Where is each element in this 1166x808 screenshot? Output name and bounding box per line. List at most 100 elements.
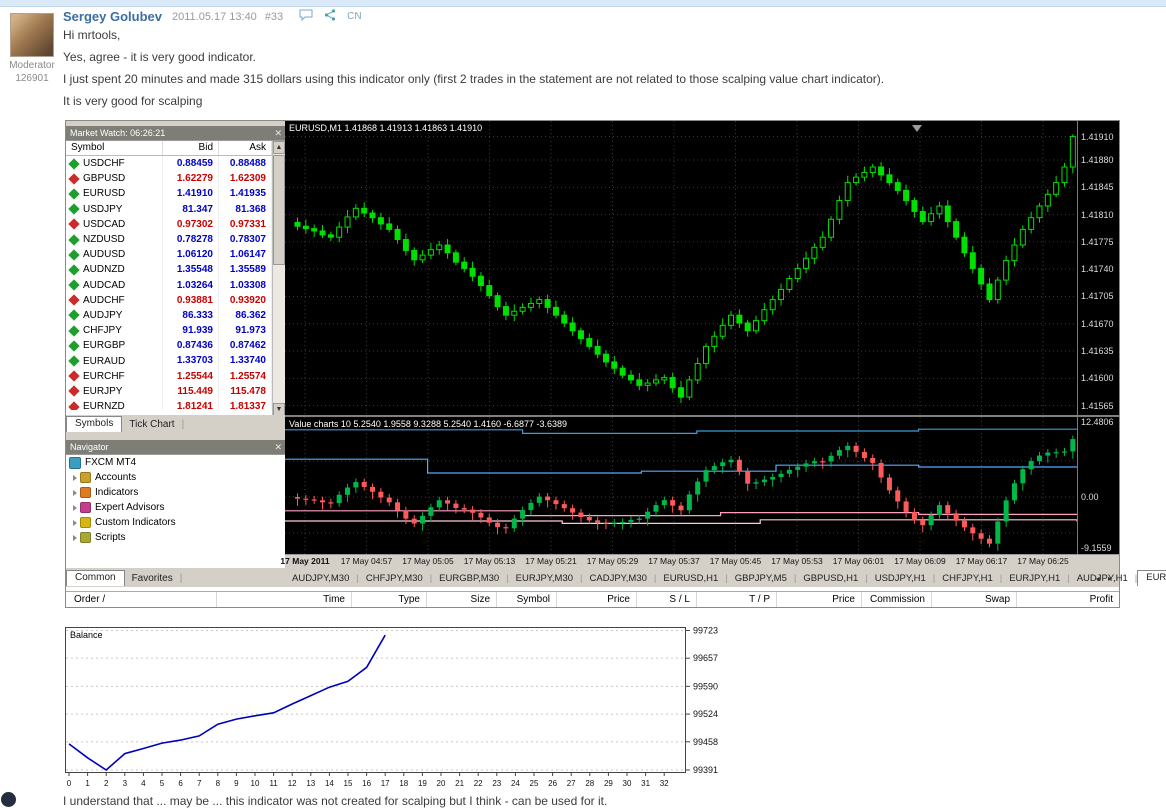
- navigator-item-expert-advisors[interactable]: Expert Advisors: [66, 500, 285, 515]
- market-watch-row[interactable]: USDCHF 0.88459 0.88488: [66, 156, 285, 172]
- market-watch-column-header[interactable]: Symbol: [66, 141, 163, 155]
- post-date: 2011.05.17 13:40: [171, 10, 257, 23]
- expand-icon[interactable]: [73, 534, 77, 541]
- ask-value: 1.41935: [219, 186, 272, 202]
- tab-tick-chart[interactable]: Tick Chart: [122, 418, 181, 432]
- svg-text:2: 2: [104, 779, 109, 788]
- user-role: Moderator: [9, 60, 55, 71]
- terminal-column-price[interactable]: Price: [556, 592, 636, 607]
- chart-tab-eurjpy-m30[interactable]: EURJPY,M30: [509, 572, 580, 586]
- symbol-name: USDCHF: [83, 158, 125, 170]
- value-chart[interactable]: [285, 417, 1119, 559]
- scrollbar-thumb[interactable]: [273, 155, 285, 265]
- svg-text:99524: 99524: [693, 709, 718, 719]
- terminal-column-t-p[interactable]: T / P: [696, 592, 776, 607]
- terminal-column-time[interactable]: Time: [216, 592, 351, 607]
- svg-text:28: 28: [585, 779, 594, 788]
- main-chart[interactable]: EURUSD,M1 1.41868 1.41913 1.41863 1.4191…: [285, 121, 1119, 415]
- chart-tab-eurgbp-m30[interactable]: EURGBP,M30: [432, 572, 506, 586]
- market-watch-row[interactable]: AUDNZD 1.35548 1.35589: [66, 262, 285, 278]
- navigator-root[interactable]: FXCM MT4: [66, 455, 285, 470]
- tab-symbols[interactable]: Symbols: [66, 416, 123, 432]
- ask-value: 1.06147: [219, 247, 272, 263]
- candlestick-chart[interactable]: [285, 121, 1119, 420]
- market-watch-row[interactable]: GBPUSD 1.62279 1.62309: [66, 171, 285, 187]
- expand-icon[interactable]: [73, 489, 77, 496]
- svg-text:16: 16: [362, 779, 371, 788]
- market-watch-row[interactable]: EURAUD 1.33703 1.33740: [66, 353, 285, 369]
- chart-tab-chfjpy-h1[interactable]: CHFJPY,H1: [935, 572, 1000, 586]
- tab-favorites[interactable]: Favorites: [125, 572, 180, 586]
- time-axis[interactable]: 17 May 2011 17 May 04:57 17 May 05:05 17 Ma…: [280, 554, 1119, 568]
- time-axis-label: 17 May 06:09: [894, 556, 946, 566]
- market-watch-row[interactable]: EURNZD 1.81241 1.81337: [66, 399, 285, 410]
- market-watch-row[interactable]: AUDJPY 86.333 86.362: [66, 307, 285, 324]
- svg-text:6: 6: [178, 779, 183, 788]
- chart-tab-audjpy-m30[interactable]: AUDJPY,M30: [285, 572, 356, 586]
- symbol-name: USDCAD: [83, 218, 126, 230]
- terminal-column-price[interactable]: Price: [776, 592, 861, 607]
- market-watch-row[interactable]: EURUSD 1.41910 1.41935: [66, 186, 285, 202]
- chart-tab-gbpusd-h1[interactable]: GBPUSD,H1: [796, 572, 865, 586]
- next-post-avatar[interactable]: [1, 792, 16, 807]
- market-watch-row[interactable]: AUDUSD 1.06120 1.06147: [66, 247, 285, 263]
- symbol-cell: AUDCAD: [66, 277, 163, 293]
- chart-tab-cadjpy-m30[interactable]: CADJPY,M30: [583, 572, 654, 586]
- market-watch-row[interactable]: EURGBP 0.87436 0.87462: [66, 338, 285, 354]
- market-watch-row[interactable]: USDCAD 0.97302 0.97331: [66, 216, 285, 232]
- post-number[interactable]: #33: [265, 11, 283, 23]
- terminal-column-s-l[interactable]: S / L: [636, 592, 696, 607]
- quote-bubble-icon[interactable]: [299, 9, 313, 24]
- indicator-subwindow[interactable]: Value charts 10 5.2540 1.9558 9.3288 5.2…: [285, 417, 1119, 554]
- chart-tab-active[interactable]: EURU: [1137, 570, 1166, 586]
- tab-common[interactable]: Common: [66, 570, 125, 586]
- chart-tab-eurusd-h1[interactable]: EURUSD,H1: [656, 572, 725, 586]
- chart-tab-gbpjpy-m5[interactable]: GBPJPY,M5: [728, 572, 794, 586]
- terminal-column-swap[interactable]: Swap: [931, 592, 1016, 607]
- price-scale-label: 1.41740: [1081, 264, 1114, 275]
- close-icon[interactable]: ✕: [274, 440, 282, 454]
- market-watch-row[interactable]: EURCHF 1.25544 1.25574: [66, 368, 285, 384]
- chart-tab-usdjpy-h1[interactable]: USDJPY,H1: [868, 572, 933, 586]
- tab-scroll-arrows-icon[interactable]: ◂ ▸: [1096, 574, 1115, 583]
- navigator-item-scripts[interactable]: Scripts: [66, 530, 285, 545]
- navigator-item-custom-indicators[interactable]: Custom Indicators: [66, 515, 285, 530]
- avatar[interactable]: [10, 13, 54, 57]
- market-watch-row[interactable]: AUDCAD 1.03264 1.03308: [66, 277, 285, 293]
- close-icon[interactable]: ✕: [274, 126, 282, 140]
- expand-icon[interactable]: [73, 519, 77, 526]
- market-watch-row[interactable]: CHFJPY 91.939 91.973: [66, 323, 285, 339]
- expand-icon[interactable]: [73, 474, 77, 481]
- translate-link[interactable]: CN: [347, 11, 361, 22]
- expand-icon[interactable]: [73, 504, 77, 511]
- market-watch-column-header[interactable]: Bid: [163, 141, 219, 155]
- market-watch-row[interactable]: USDJPY 81.347 81.368: [66, 201, 285, 217]
- scrollbar[interactable]: ▲ ▼: [272, 141, 285, 416]
- terminal-column-type[interactable]: Type: [351, 592, 426, 607]
- navigator-item-accounts[interactable]: Accounts: [66, 470, 285, 485]
- ask-value: 1.33740: [219, 353, 272, 369]
- market-watch-row[interactable]: EURJPY 115.449 115.478: [66, 383, 285, 399]
- price-scale[interactable]: 1.41910 1.41880 1.41845 1.41810 1.41775 1.417…: [1077, 121, 1119, 415]
- market-watch-row[interactable]: NZDUSD 0.78278 0.78307: [66, 231, 285, 248]
- market-watch-row[interactable]: AUDCHF 0.93881 0.93920: [66, 292, 285, 308]
- svg-text:31: 31: [641, 779, 650, 788]
- terminal-column-size[interactable]: Size: [426, 592, 496, 607]
- chart-tab-eurjpy-h1[interactable]: EURJPY,H1: [1002, 572, 1067, 586]
- symbol-cell: USDJPY: [66, 201, 163, 217]
- market-watch-column-header[interactable]: Ask: [219, 141, 272, 155]
- chart-tab-chfjpy-m30[interactable]: CHFJPY,M30: [359, 572, 430, 586]
- indicator-scale[interactable]: 12.4806 0.00 -9.1559: [1077, 417, 1119, 554]
- navigator-item-indicators[interactable]: Indicators: [66, 485, 285, 500]
- tick-up-icon: [68, 249, 80, 261]
- tick-up-icon: [68, 233, 80, 246]
- terminal-column-profit[interactable]: Profit: [1016, 592, 1119, 607]
- terminal-column-order-[interactable]: Order /: [66, 592, 216, 607]
- author-link[interactable]: Sergey Golubev: [63, 9, 162, 24]
- indicator-label: Value charts 10 5.2540 1.9558 9.3288 5.2…: [289, 419, 568, 429]
- scroll-up-icon[interactable]: ▲: [273, 141, 285, 154]
- terminal-column-commission[interactable]: Commission: [861, 592, 931, 607]
- symbol-name: NZDUSD: [83, 234, 125, 246]
- share-icon[interactable]: [324, 9, 336, 24]
- terminal-column-symbol[interactable]: Symbol: [496, 592, 556, 607]
